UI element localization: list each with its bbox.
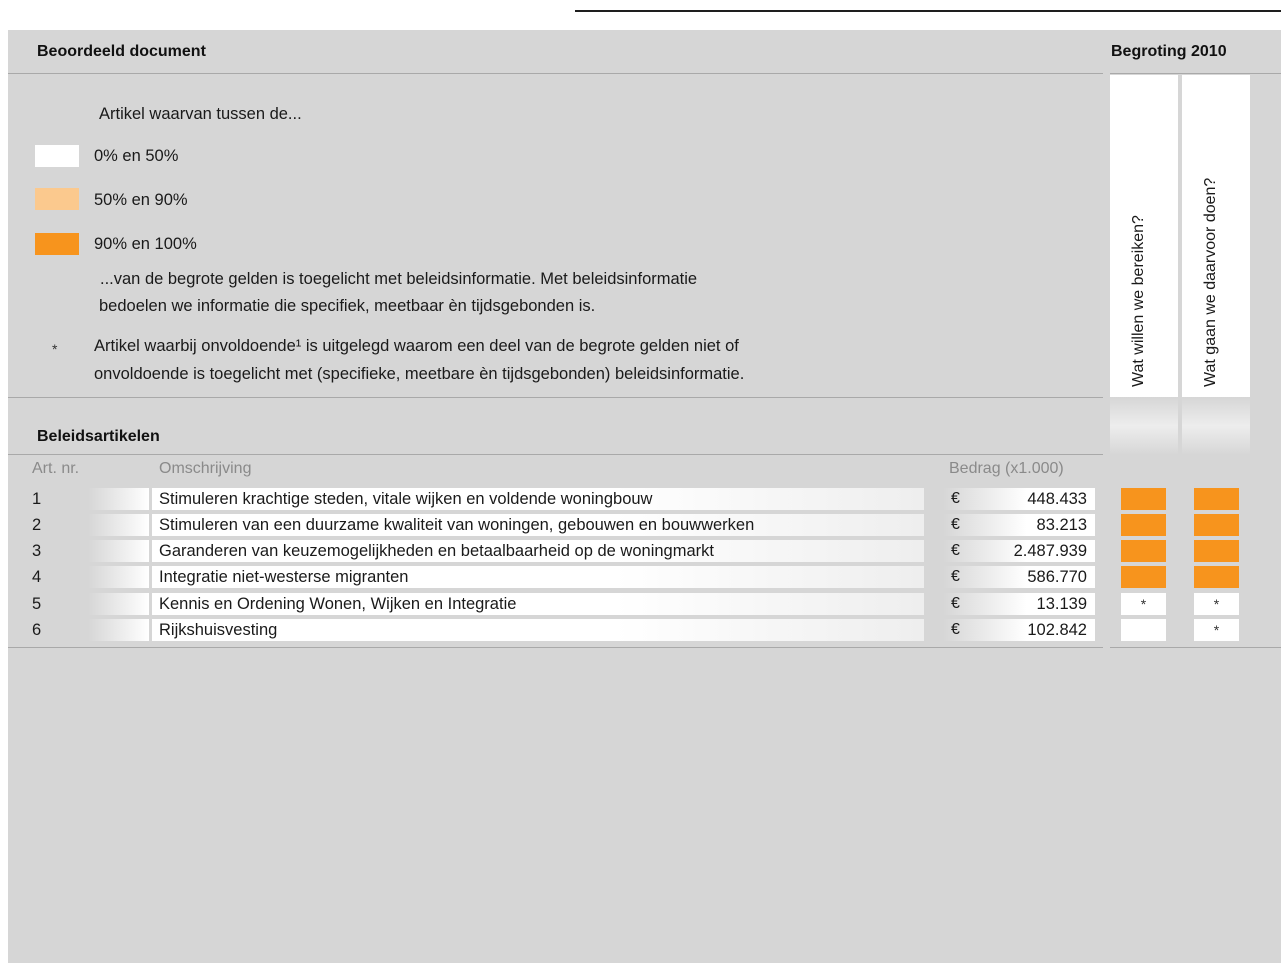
score-cell-achieve bbox=[1121, 540, 1166, 562]
top-rule bbox=[575, 10, 1281, 12]
legend-explanation-line1: ...van de begrote gelden is toegelicht m… bbox=[100, 270, 698, 288]
amount-value: 448.433 bbox=[1027, 490, 1087, 508]
row-description: Integratie niet-westerse migranten bbox=[152, 566, 924, 588]
score-cell-do bbox=[1194, 488, 1239, 510]
score-cell-do bbox=[1194, 514, 1239, 536]
score-cell-achieve: * bbox=[1121, 593, 1166, 615]
table-row: 6 Rijkshuisvesting €102.842 * bbox=[0, 619, 1281, 642]
column-header-nr: Art. nr. bbox=[32, 460, 80, 477]
row-description-text: Kennis en Ordening Wonen, Wijken en Inte… bbox=[159, 595, 517, 613]
row-shade bbox=[88, 514, 149, 536]
question-what-achieve: Wat willen we bereiken? bbox=[1130, 215, 1147, 387]
amount-value: 102.842 bbox=[1027, 621, 1087, 639]
row-amount: €83.213 bbox=[943, 514, 1095, 536]
currency-symbol: € bbox=[951, 490, 960, 507]
row-amount: €448.433 bbox=[943, 488, 1095, 510]
table-row: 5 Kennis en Ordening Wonen, Wijken en In… bbox=[0, 593, 1281, 616]
score-cell-achieve bbox=[1121, 488, 1166, 510]
currency-symbol: € bbox=[951, 621, 960, 638]
row-description-text: Stimuleren krachtige steden, vitale wijk… bbox=[159, 490, 653, 508]
row-description: Rijkshuisvesting bbox=[152, 619, 924, 641]
row-description: Garanderen van keuzemogelijkheden en bet… bbox=[152, 540, 924, 562]
legend-explanation-line2: bedoelen we informatie die specifiek, me… bbox=[99, 297, 596, 315]
legend-divider bbox=[8, 397, 1103, 398]
row-description-text: Rijkshuisvesting bbox=[159, 621, 278, 639]
table-row: 4 Integratie niet-westerse migranten €58… bbox=[0, 566, 1281, 589]
column-1-fade bbox=[1110, 397, 1178, 455]
budget-title: Begroting 2010 bbox=[1111, 43, 1227, 60]
score-cell-do bbox=[1194, 540, 1239, 562]
row-description-text: Integratie niet-westerse migranten bbox=[159, 568, 409, 586]
row-shade bbox=[88, 566, 149, 588]
table-bottom-rule-right bbox=[1110, 647, 1281, 648]
row-description: Stimuleren krachtige steden, vitale wijk… bbox=[152, 488, 924, 510]
header-divider bbox=[8, 73, 1103, 74]
row-number: 4 bbox=[32, 568, 42, 586]
asterisk-marker: * bbox=[52, 341, 58, 357]
row-shade bbox=[88, 540, 149, 562]
column-2-fade bbox=[1182, 397, 1250, 455]
section-title: Beleidsartikelen bbox=[37, 428, 160, 445]
document-title: Beoordeeld document bbox=[37, 43, 206, 60]
score-cell-do: * bbox=[1194, 593, 1239, 615]
row-description-text: Garanderen van keuzemogelijkheden en bet… bbox=[159, 542, 714, 560]
question-column-2: Wat gaan we daarvoor doen? bbox=[1182, 75, 1250, 397]
row-number: 5 bbox=[32, 595, 42, 613]
question-what-do: Wat gaan we daarvoor doen? bbox=[1202, 177, 1219, 387]
currency-symbol: € bbox=[951, 568, 960, 585]
row-description: Stimuleren van een duurzame kwaliteit va… bbox=[152, 514, 924, 536]
legend-swatch-mid bbox=[35, 188, 79, 210]
score-cell-achieve bbox=[1121, 619, 1166, 641]
header-divider-right bbox=[1110, 73, 1281, 74]
currency-symbol: € bbox=[951, 595, 960, 612]
amount-value: 2.487.939 bbox=[1013, 542, 1087, 560]
column-header-desc: Omschrijving bbox=[159, 460, 252, 477]
legend-intro: Artikel waarvan tussen de... bbox=[99, 105, 302, 123]
note-line2: onvoldoende is toegelicht met (specifiek… bbox=[94, 365, 745, 383]
currency-symbol: € bbox=[951, 542, 960, 559]
row-amount: €586.770 bbox=[943, 566, 1095, 588]
section-divider bbox=[8, 454, 1103, 455]
score-cell-achieve bbox=[1121, 566, 1166, 588]
score-cell-do: * bbox=[1194, 619, 1239, 641]
row-number: 3 bbox=[32, 542, 42, 560]
score-cell-achieve bbox=[1121, 514, 1166, 536]
legend-label-mid: 50% en 90% bbox=[94, 191, 188, 209]
row-amount: €102.842 bbox=[943, 619, 1095, 641]
row-description: Kennis en Ordening Wonen, Wijken en Inte… bbox=[152, 593, 924, 615]
table-bottom-rule bbox=[8, 647, 1103, 648]
column-header-amount: Bedrag (x1.000) bbox=[949, 460, 1064, 477]
row-number: 2 bbox=[32, 516, 42, 534]
row-amount: €2.487.939 bbox=[943, 540, 1095, 562]
row-number: 6 bbox=[32, 621, 42, 639]
currency-symbol: € bbox=[951, 516, 960, 533]
row-description-text: Stimuleren van een duurzame kwaliteit va… bbox=[159, 516, 755, 534]
row-amount: €13.139 bbox=[943, 593, 1095, 615]
row-shade bbox=[88, 619, 149, 641]
table-row: 3 Garanderen van keuzemogelijkheden en b… bbox=[0, 540, 1281, 563]
question-column-1: Wat willen we bereiken? bbox=[1110, 75, 1178, 397]
legend-label-high: 90% en 100% bbox=[94, 235, 197, 253]
row-number: 1 bbox=[32, 490, 42, 508]
legend-label-low: 0% en 50% bbox=[94, 147, 179, 165]
row-shade bbox=[88, 593, 149, 615]
note-line1: Artikel waarbij onvoldoende¹ is uitgeleg… bbox=[94, 337, 739, 355]
row-shade bbox=[88, 488, 149, 510]
legend-swatch-low bbox=[35, 145, 79, 167]
table-row: 2 Stimuleren van een duurzame kwaliteit … bbox=[0, 514, 1281, 537]
amount-value: 13.139 bbox=[1036, 595, 1087, 613]
amount-value: 83.213 bbox=[1036, 516, 1087, 534]
legend-swatch-high bbox=[35, 233, 79, 255]
score-cell-do bbox=[1194, 566, 1239, 588]
table-row: 1 Stimuleren krachtige steden, vitale wi… bbox=[0, 488, 1281, 511]
amount-value: 586.770 bbox=[1027, 568, 1087, 586]
